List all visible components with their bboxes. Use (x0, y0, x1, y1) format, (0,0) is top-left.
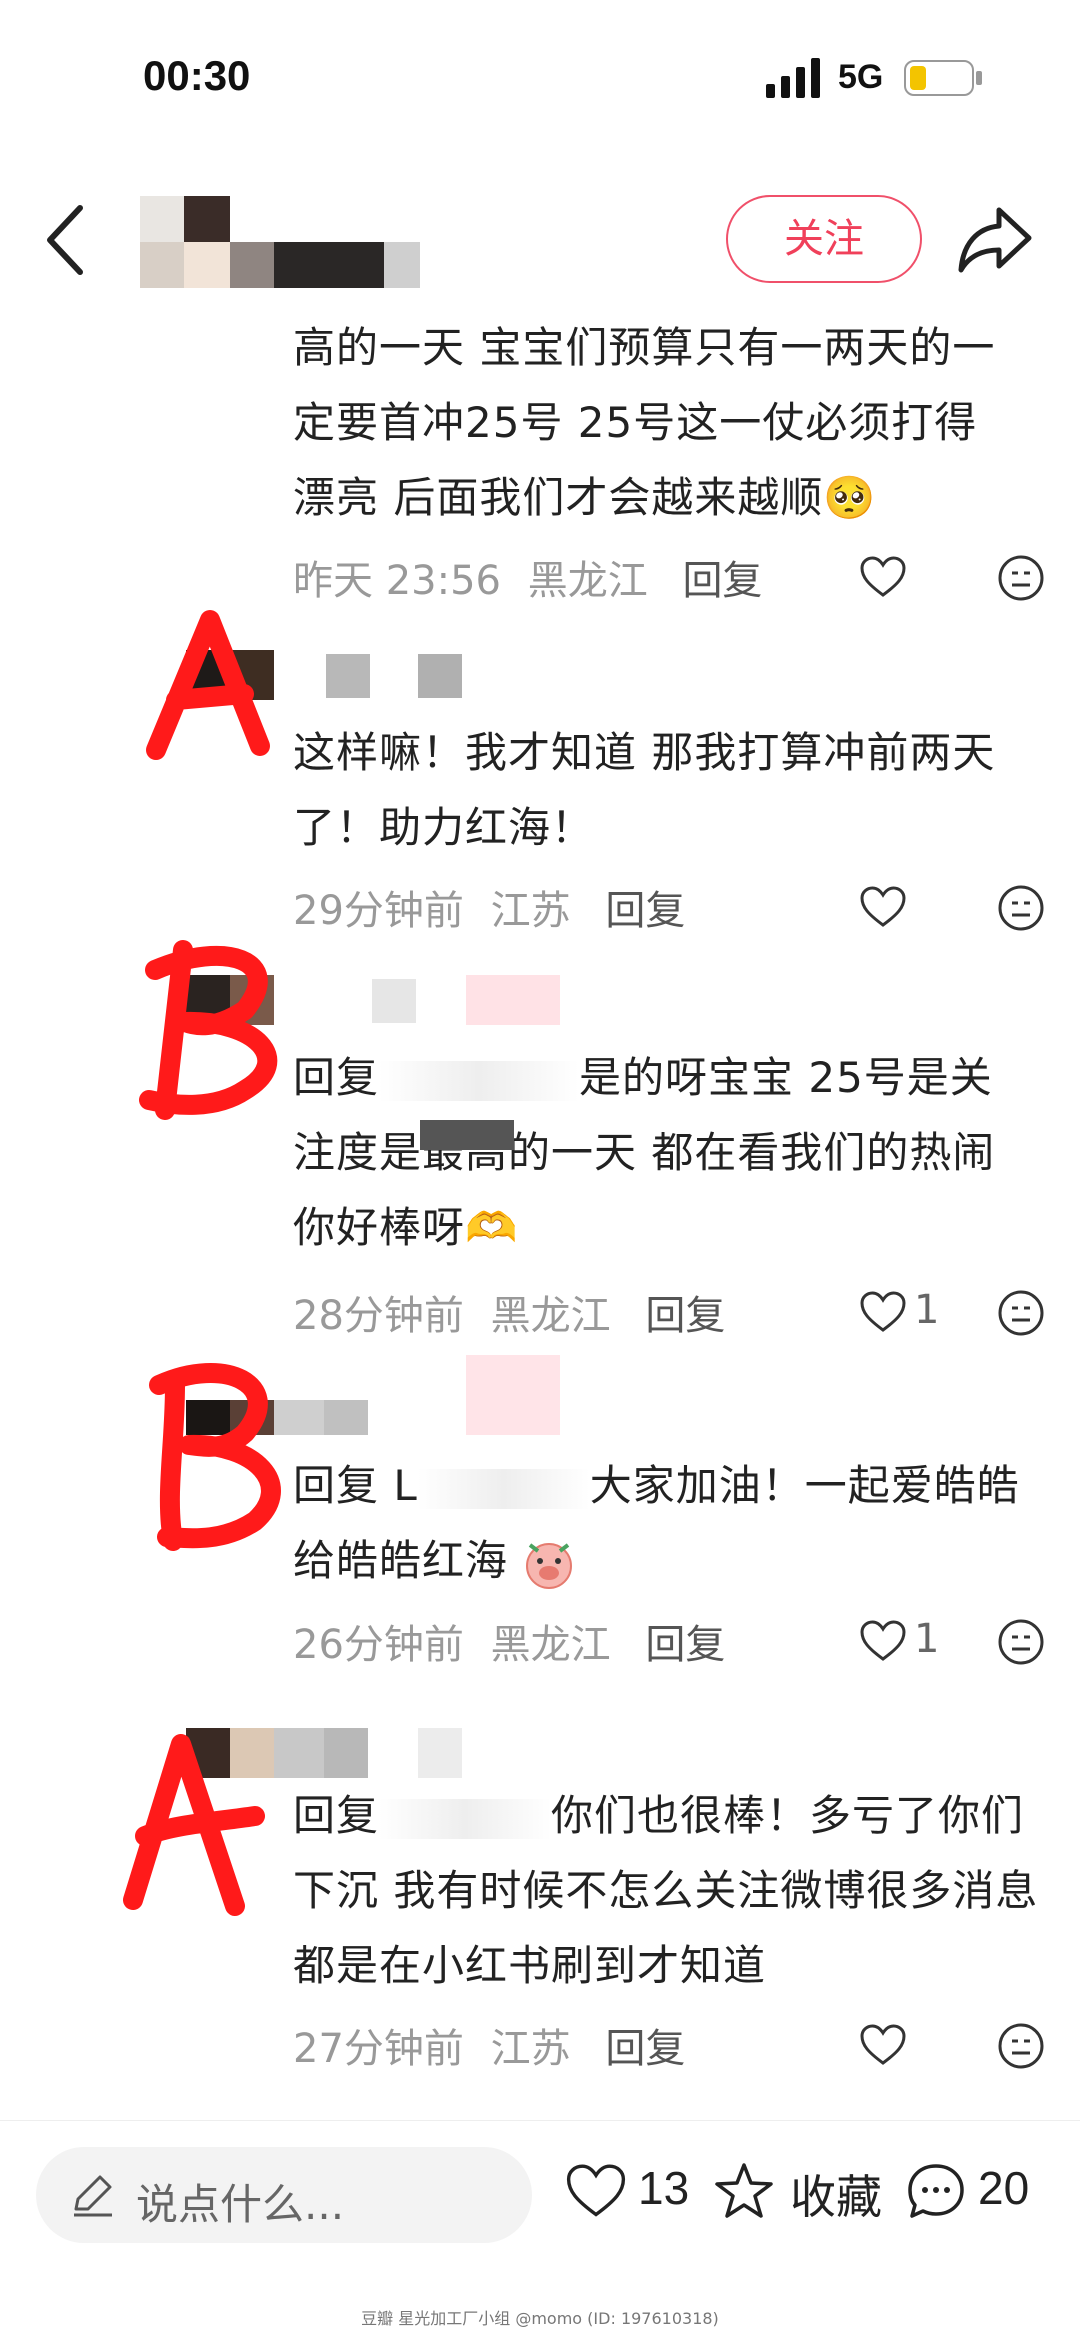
like-count: 1 (914, 1616, 940, 1662)
comment-location: 江苏 (490, 2026, 571, 2072)
bottom-action-bar: 说点什么... 13 收藏 20 (0, 2120, 1080, 2271)
reply-button[interactable]: 回复 (645, 1622, 725, 1668)
collect-label: 收藏 (790, 2171, 882, 2223)
like-count: 1 (914, 1287, 940, 1333)
heart-icon (860, 556, 906, 597)
comment-time: 28分钟前 (293, 1293, 464, 1339)
comment-time: 昨天 23:56 (293, 558, 501, 604)
dislike-face-icon[interactable] (996, 1288, 1046, 1338)
comment-time: 27分钟前 (293, 2026, 464, 2072)
reply-prefix: 回复 (293, 1053, 380, 1102)
redacted-username (379, 1060, 580, 1101)
like-button[interactable]: 1 (860, 1283, 970, 1343)
post-header: 关注 (0, 170, 1080, 310)
reply-button[interactable]: 回复 (605, 888, 685, 934)
reply-button[interactable]: 回复 (682, 558, 762, 604)
star-icon (715, 2163, 773, 2218)
follow-button[interactable]: 关注 (726, 195, 922, 283)
back-arrow-icon[interactable] (38, 200, 98, 280)
comment-text: 这样嘛！我才知道 那我打算冲前两天了！助力红海！ (293, 728, 996, 852)
comment-text: 回复 L 大家加油！一起爱皓皓给皓皓红海 (293, 1448, 1043, 1598)
comment-meta: 26分钟前 黑龙江 回复 (293, 1612, 725, 1670)
share-icon[interactable] (955, 198, 1035, 278)
dislike-face-icon[interactable] (996, 2021, 1046, 2071)
comment-location: 黑龙江 (490, 1622, 611, 1668)
redacted-username (417, 1468, 590, 1509)
reply-button[interactable]: 回复 (645, 1293, 725, 1339)
collect-button[interactable]: 收藏 (714, 2155, 894, 2235)
annotation-letter-b: B (145, 1355, 295, 1555)
comment-time: 26分钟前 (293, 1622, 464, 1668)
heart-icon (566, 2164, 626, 2217)
like-button[interactable] (860, 878, 970, 938)
dislike-face-icon[interactable] (996, 553, 1046, 603)
heart-icon (860, 886, 906, 927)
comment-input[interactable]: 说点什么... (36, 2147, 532, 2243)
comment-location: 江苏 (490, 888, 571, 934)
crying-pig-emoji-icon (526, 1542, 573, 1589)
annotation-letter-b: B (135, 930, 295, 1120)
network-type: 5G (838, 58, 884, 96)
reply-button[interactable]: 回复 (605, 2026, 685, 2072)
status-bar: 00:30 5G (0, 0, 1080, 150)
like-button[interactable] (860, 548, 970, 608)
annotation-letter-a: A (115, 1720, 265, 1920)
author-avatar-pixelated[interactable] (140, 188, 420, 288)
comment-meta: 28分钟前 黑龙江 回复 (293, 1283, 725, 1341)
comment-meta: 27分钟前 江苏 回复 (293, 2016, 685, 2074)
comment-text: 回复 是的呀宝宝 25号是关注度是最高的一天 都在看我们的热闹 你好棒呀🫶 (293, 1040, 1023, 1265)
dislike-face-icon[interactable] (996, 1617, 1046, 1667)
post-like-count: 13 (638, 2162, 690, 2214)
like-button[interactable]: 1 (860, 1612, 970, 1672)
watermark-text: 豆瓣 星光加工厂小组 @momo (ID: 197610318) (361, 2309, 719, 2328)
comment-count: 20 (978, 2162, 1030, 2214)
redacted-username (379, 1798, 552, 1839)
heart-icon (860, 1620, 906, 1661)
pencil-icon (74, 2175, 112, 2217)
like-button[interactable] (860, 2016, 970, 2076)
signal-icon (766, 58, 820, 98)
annotation-letter-a: A (140, 600, 280, 770)
comment-text: 回复 你们也很棒！多亏了你们下沉 我有时候不怎么关注微博很多消息都是在小红书刷到才… (293, 1778, 1053, 2003)
comment-location: 黑龙江 (490, 1293, 611, 1339)
heart-icon (860, 1291, 906, 1332)
comment-meta: 昨天 23:56 黑龙江 回复 (293, 548, 762, 606)
battery-icon (904, 60, 982, 96)
comment-time: 29分钟前 (293, 888, 464, 934)
comment-count-button[interactable]: 20 (906, 2155, 1056, 2235)
dislike-face-icon[interactable] (996, 883, 1046, 933)
chat-bubble-icon (908, 2164, 964, 2218)
comment-location: 黑龙江 (527, 558, 648, 604)
reply-prefix: 回复 (293, 1791, 380, 1840)
status-time: 00:30 (143, 52, 251, 99)
comment-input-placeholder: 说点什么... (136, 2180, 345, 2229)
comment-meta: 29分钟前 江苏 回复 (293, 878, 685, 936)
reply-prefix: 回复 L (293, 1461, 418, 1510)
heart-icon (860, 2024, 906, 2065)
comment-text: 高的一天 宝宝们预算只有一两天的一定要首冲25号 25号这一仗必须打得漂亮 后面… (293, 323, 996, 522)
like-post-button[interactable]: 13 (566, 2155, 696, 2235)
redacted-block (420, 1120, 514, 1150)
